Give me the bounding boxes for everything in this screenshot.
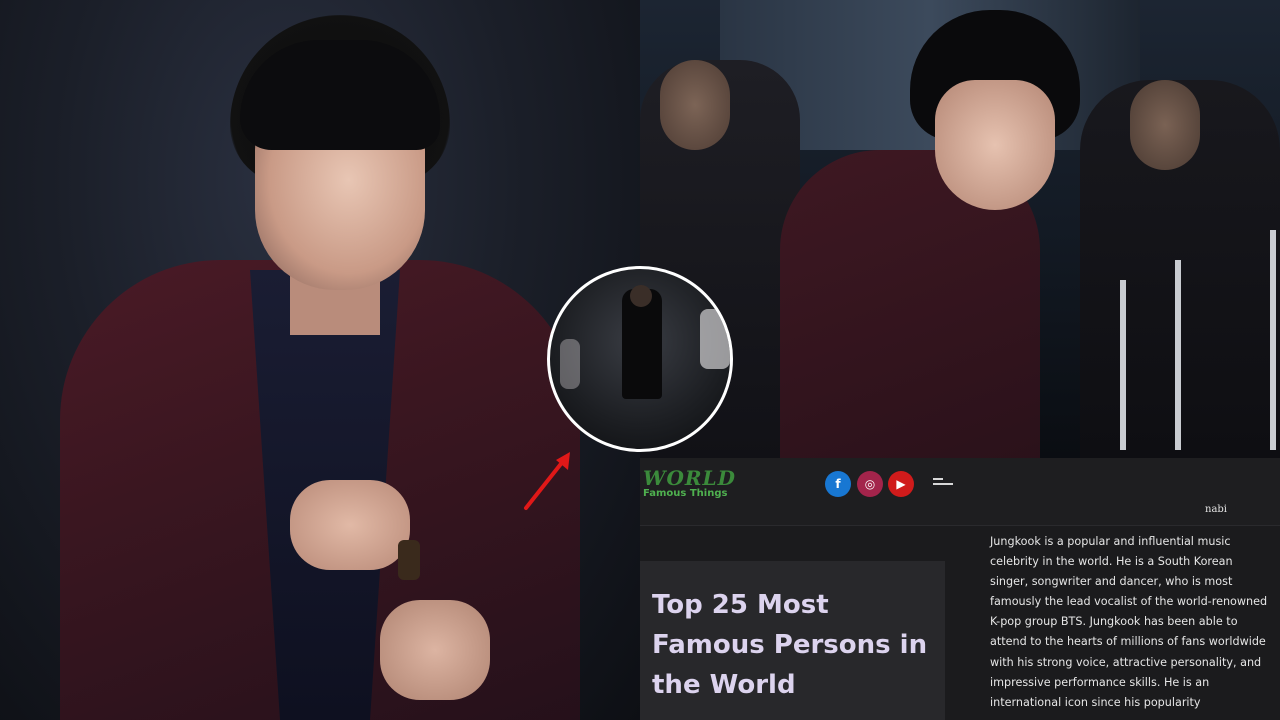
- site-logo[interactable]: WORLD Famous Things: [643, 466, 753, 516]
- article-title: Top 25 Most Famous Persons in the World: [652, 590, 928, 700]
- left-photo-portrait: [0, 0, 640, 720]
- face: [935, 80, 1055, 210]
- article-body: Jungkook is a popular and influential mu…: [990, 535, 1268, 709]
- circle-inset-photo: [547, 266, 733, 452]
- hamburger-menu-icon[interactable]: [933, 478, 953, 490]
- author-name[interactable]: nabi: [1205, 504, 1227, 515]
- bodyguard-left-head: [660, 60, 730, 150]
- display-stand: [1270, 230, 1276, 450]
- phone-screen-glow: [560, 339, 580, 389]
- logo-line2: Famous Things: [643, 488, 728, 499]
- bodyguard-right-head: [1130, 80, 1200, 170]
- figure-head: [630, 285, 652, 307]
- wristwatch: [398, 540, 420, 580]
- hair-fringe: [240, 40, 440, 150]
- display-stand: [1175, 260, 1181, 450]
- hand: [290, 480, 410, 570]
- phone-screen-glow: [700, 309, 730, 369]
- youtube-icon[interactable]: ▶: [888, 471, 914, 497]
- website-screenshot: WORLD Famous Things f ◎ ▶ nabi Top 25 Mo…: [640, 458, 1280, 720]
- facebook-icon[interactable]: f: [825, 471, 851, 497]
- right-photo-event: [640, 0, 1280, 458]
- article-title-card: Top 25 Most Famous Persons in the World: [640, 561, 945, 720]
- red-arrow-icon: [524, 452, 570, 510]
- instagram-icon[interactable]: ◎: [857, 471, 883, 497]
- site-header: WORLD Famous Things f ◎ ▶: [640, 458, 1280, 526]
- hand: [380, 600, 490, 700]
- display-stand: [1120, 280, 1126, 450]
- logo-line1: WORLD: [643, 466, 736, 490]
